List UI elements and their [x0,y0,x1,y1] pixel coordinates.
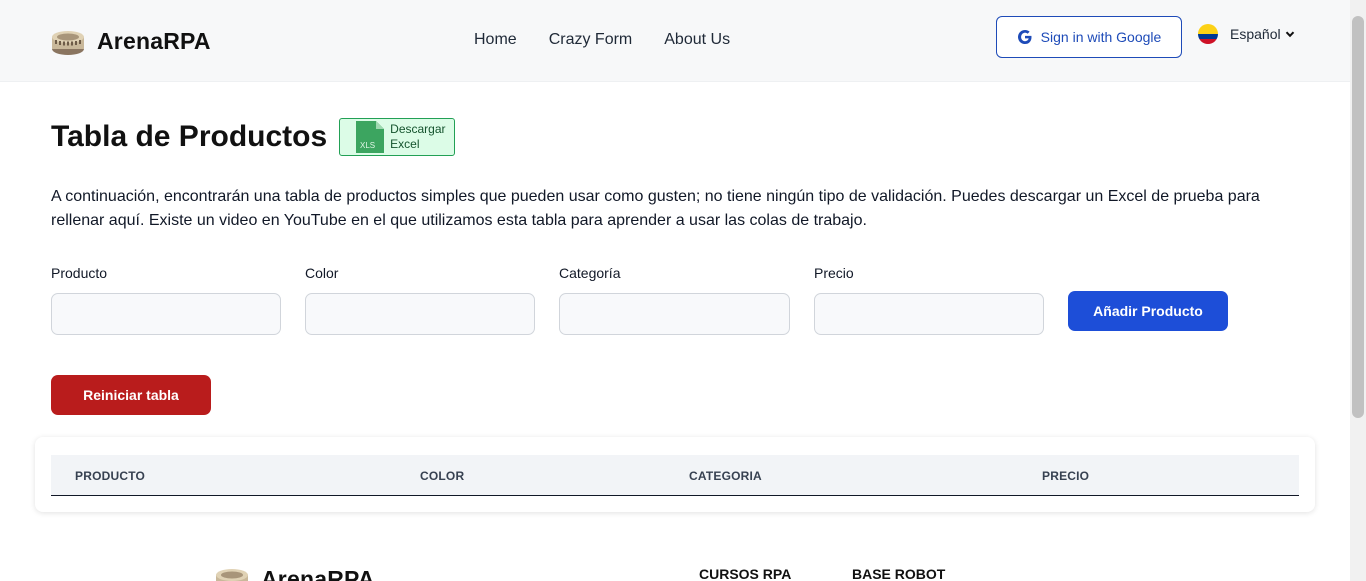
page-title: Tabla de Productos [51,120,328,153]
footer-heading-base-robot: BASE ROBOT [852,566,946,581]
page-scrollbar-thumb[interactable] [1352,16,1364,418]
products-table-header: PRODUCTO COLOR CATEGORIA PRECIO [51,455,1299,496]
google-icon [1017,30,1032,44]
nav-about-us[interactable]: About Us [664,31,730,49]
products-table-card: PRODUCTO COLOR CATEGORIA PRECIO [35,437,1315,512]
footer-brand-logo[interactable]: ArenaRPA [215,563,375,581]
main-nav: Home Crazy Form About Us [474,31,762,49]
top-navbar: ArenaRPA Home Crazy Form About Us Sign i… [0,0,1350,82]
google-signin-label: Sign in with Google [1040,29,1162,45]
categoria-label: Categoría [559,265,621,281]
google-signin-button[interactable]: Sign in with Google [996,16,1182,58]
chevron-down-icon [1285,31,1294,38]
color-input[interactable] [305,293,535,335]
precio-label: Precio [814,265,854,281]
brand-logo[interactable]: ArenaRPA [51,25,211,57]
language-selector[interactable]: Español [1198,24,1295,44]
reset-table-button[interactable]: Reiniciar tabla [51,375,211,415]
column-header-categoria: CATEGORIA [689,469,762,483]
footer-brand-name: ArenaRPA [261,565,375,581]
download-excel-label-line1: Descargar [390,122,446,136]
categoria-input[interactable] [559,293,790,335]
color-label: Color [305,265,339,281]
colosseum-icon [52,31,84,55]
producto-label: Producto [51,265,108,281]
column-header-producto: PRODUCTO [75,469,146,483]
column-header-precio: PRECIO [1042,469,1090,483]
footer-heading-cursos-rpa: CURSOS RPA [699,566,792,581]
download-excel-button[interactable]: XLS Descargar Excel [339,118,456,156]
nav-home[interactable]: Home [474,31,517,49]
colombia-flag-icon [1198,24,1218,44]
xls-icon-label: XLS [360,141,375,150]
add-product-button[interactable]: Añadir Producto [1068,291,1228,331]
producto-input[interactable] [51,293,281,335]
colosseum-icon [216,569,248,581]
download-excel-label: Descargar Excel [390,122,445,152]
precio-input[interactable] [814,293,1044,335]
column-header-color: COLOR [420,469,465,483]
page-description: A continuación, encontrarán una tabla de… [51,188,1260,229]
nav-crazy-form[interactable]: Crazy Form [549,31,633,49]
language-label: Español [1230,26,1281,42]
title-row: Tabla de Productos XLS Descargar Excel [51,118,456,156]
download-excel-label-line2: Excel [390,137,420,151]
xls-file-icon: XLS [356,121,385,153]
brand-name: ArenaRPA [97,27,211,54]
